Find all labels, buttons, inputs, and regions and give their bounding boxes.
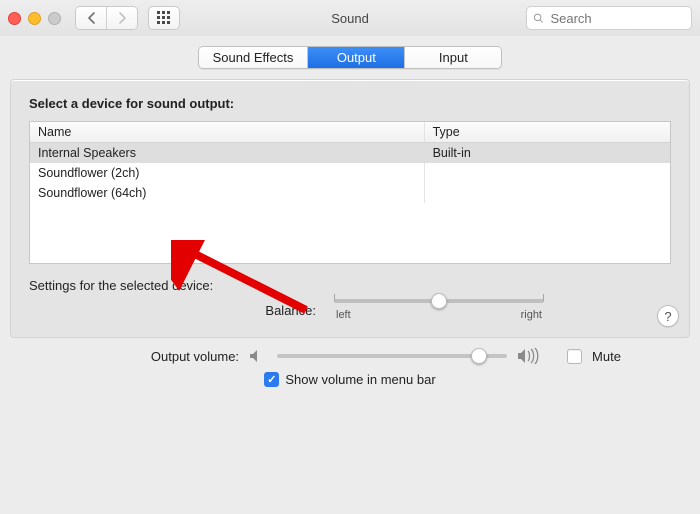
show-volume-menubar-checkbox[interactable]: ✓ [264,372,279,387]
sound-tabs: Sound Effects Output Input [10,46,690,69]
device-type [425,163,670,183]
tab-output[interactable]: Output [307,47,404,68]
device-name: Soundflower (2ch) [30,163,425,183]
device-table-body: Internal Speakers Built-in Soundflower (… [30,143,670,263]
device-name: Soundflower (64ch) [30,183,425,203]
balance-right-label: right [521,309,542,321]
tab-sound-effects[interactable]: Sound Effects [199,47,308,68]
device-type: Built-in [425,143,670,163]
back-button[interactable] [76,7,106,29]
volume-high-icon [517,348,541,364]
titlebar: Sound [0,0,700,36]
device-table: Name Type Internal Speakers Built-in Sou… [29,121,671,264]
volume-knob[interactable] [471,348,487,364]
balance-label: Balance: [156,303,316,318]
help-button[interactable]: ? [657,305,679,327]
tab-input[interactable]: Input [404,47,501,68]
output-panel: Select a device for sound output: Name T… [10,79,690,338]
mute-label: Mute [592,349,621,364]
col-header-name[interactable]: Name [30,122,425,142]
close-window-button[interactable] [8,12,21,25]
mute-checkbox[interactable] [567,349,582,364]
show-volume-menubar-label: Show volume in menu bar [285,372,435,387]
footer: Output volume: Mute ✓ Show volume in men… [0,338,700,395]
table-row[interactable]: Internal Speakers Built-in [30,143,670,163]
output-volume-slider[interactable] [277,354,507,358]
col-header-type[interactable]: Type [425,122,670,142]
output-heading: Select a device for sound output: [29,96,671,111]
nav-back-forward [75,6,138,30]
volume-low-icon [249,349,267,363]
device-name: Internal Speakers [30,143,425,163]
balance-knob[interactable] [431,293,447,309]
search-input[interactable] [548,10,685,27]
show-all-prefs-button[interactable] [148,6,180,30]
grid-icon [157,11,171,25]
settings-for-device-label: Settings for the selected device: [29,278,671,293]
balance-control: Balance: left right [29,299,671,321]
table-row[interactable]: Soundflower (64ch) [30,183,670,203]
device-type [425,183,670,203]
balance-left-label: left [336,309,351,321]
minimize-window-button[interactable] [28,12,41,25]
zoom-window-button[interactable] [48,12,61,25]
window-controls [8,12,61,25]
output-volume-label: Output volume: [79,349,239,364]
search-field[interactable] [526,6,692,30]
balance-slider[interactable] [334,299,544,303]
search-icon [533,12,543,24]
forward-button[interactable] [106,7,137,29]
table-row[interactable]: Soundflower (2ch) [30,163,670,183]
